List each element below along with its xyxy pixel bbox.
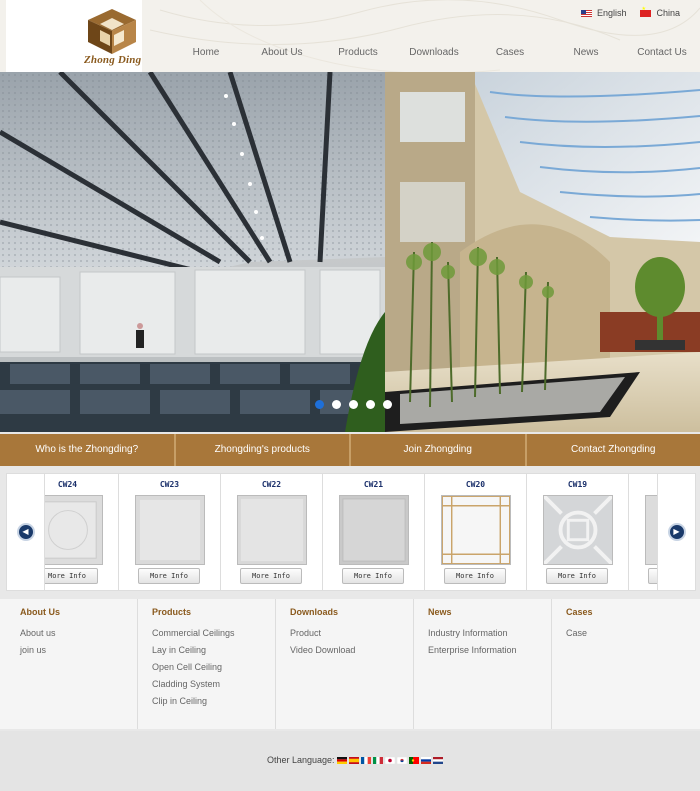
korea-flag-icon[interactable] (396, 756, 407, 764)
slide-dot-5[interactable] (383, 400, 392, 409)
hero-banner[interactable] (0, 72, 700, 432)
carousel-track: CW24 More Info CW23 More Info CW22 More … (17, 474, 695, 590)
product-image[interactable] (237, 495, 307, 565)
footer-col-products: Products Commercial Ceilings Lay in Ceil… (138, 599, 276, 729)
product-code: CW21 (363, 480, 384, 489)
footer-link[interactable]: Lay in Ceiling (152, 642, 275, 659)
footer-link[interactable]: Product (290, 625, 413, 642)
germany-flag-icon[interactable] (336, 756, 347, 764)
lang-china[interactable]: China (640, 6, 680, 18)
feature-tabs: Who is the Zhongding? Zhongding's produc… (0, 434, 700, 466)
us-flag-icon (580, 9, 592, 17)
zhongding-cube-logo-icon (88, 9, 136, 54)
language-switcher: English China (580, 6, 680, 18)
footer-link[interactable]: Open Cell Ceiling (152, 659, 275, 676)
footer-col-news: News Industry Information Enterprise Inf… (414, 599, 552, 729)
footer-heading: About Us (20, 607, 60, 617)
carousel-next-arrow-icon[interactable]: ▶ (667, 523, 686, 541)
footer-heading: News (428, 607, 452, 617)
footer-col-about: About Us About us join us (0, 599, 138, 729)
footer-col-cases: Cases Case (552, 599, 700, 729)
product-code: CW22 (261, 480, 282, 489)
product-card: CW23 More Info (119, 474, 221, 590)
slide-dot-2[interactable] (332, 400, 341, 409)
footer-link[interactable]: Cladding System (152, 676, 275, 693)
slide-dot-4[interactable] (366, 400, 375, 409)
more-info-button[interactable]: More Info (444, 568, 506, 584)
lang-china-label: China (656, 8, 680, 18)
france-flag-icon[interactable] (360, 756, 371, 764)
lang-english[interactable]: English (580, 8, 627, 18)
tab-join-zhongding[interactable]: Join Zhongding (351, 434, 527, 466)
slide-dot-1[interactable] (315, 400, 324, 409)
portugal-flag-icon[interactable] (408, 756, 419, 764)
footer-heading: Cases (566, 607, 593, 617)
product-image[interactable] (135, 495, 205, 565)
slide-dots (315, 400, 392, 409)
more-info-button[interactable]: More Info (546, 568, 608, 584)
other-language-bar: Other Language: (267, 755, 443, 765)
header: Zhong Ding English China Home About Us P… (0, 0, 700, 72)
china-flag-icon (640, 6, 652, 17)
product-image[interactable] (339, 495, 409, 565)
tab-zhongding-products[interactable]: Zhongding's products (176, 434, 351, 466)
nav-contact-us[interactable]: Contact Us (624, 47, 700, 58)
more-info-button[interactable]: More Info (342, 568, 404, 584)
nav-downloads[interactable]: Downloads (396, 47, 472, 58)
footer-link[interactable]: Enterprise Information (428, 642, 551, 659)
nav-home[interactable]: Home (168, 47, 244, 58)
footer-link[interactable]: Commercial Ceilings (152, 625, 275, 642)
product-image[interactable] (441, 495, 511, 565)
tab-who-is-zhongding[interactable]: Who is the Zhongding? (0, 434, 176, 466)
product-card: CW19 More Info (527, 474, 629, 590)
nav-products[interactable]: Products (320, 47, 396, 58)
russia-flag-icon[interactable] (420, 756, 431, 764)
footer-link[interactable]: Case (566, 625, 700, 642)
nav-news[interactable]: News (548, 47, 624, 58)
carousel-prev-area: ◀ (7, 474, 45, 590)
more-info-button[interactable]: More Info (240, 568, 302, 584)
nav-cases[interactable]: Cases (472, 47, 548, 58)
product-code: CW19 (567, 480, 588, 489)
footer-heading: Downloads (290, 607, 339, 617)
footer-link[interactable]: Video Download (290, 642, 413, 659)
footer-links: About Us About us join us Products Comme… (0, 599, 700, 729)
footer-heading: Products (152, 607, 192, 617)
nav-about-us[interactable]: About Us (244, 47, 320, 58)
product-code: CW23 (159, 480, 180, 489)
netherlands-flag-icon[interactable] (432, 756, 443, 764)
footer-link[interactable]: Industry Information (428, 625, 551, 642)
more-info-button[interactable]: More Info (36, 568, 98, 584)
product-card: CW22 More Info (221, 474, 323, 590)
bottom-bar: Other Language: (0, 731, 700, 791)
main-nav: Home About Us Products Downloads Cases N… (168, 47, 700, 58)
other-language-label: Other Language: (267, 755, 335, 765)
logo-area[interactable]: Zhong Ding (6, 0, 142, 72)
carousel-prev-arrow-icon[interactable]: ◀ (16, 523, 35, 541)
more-info-button[interactable]: More Info (138, 568, 200, 584)
banner-image (0, 72, 700, 432)
lang-english-label: English (596, 8, 627, 18)
brand-name: Zhong Ding (84, 54, 142, 66)
footer-link[interactable]: About us (20, 625, 137, 642)
product-card: CW20 More Info (425, 474, 527, 590)
spain-flag-icon[interactable] (348, 756, 359, 764)
product-code: CW20 (465, 480, 486, 489)
footer-link[interactable]: join us (20, 642, 137, 659)
slide-dot-3[interactable] (349, 400, 358, 409)
product-carousel: CW24 More Info CW23 More Info CW22 More … (6, 473, 696, 591)
italy-flag-icon[interactable] (372, 756, 383, 764)
carousel-next-area: ▶ (657, 474, 695, 590)
footer-col-downloads: Downloads Product Video Download (276, 599, 414, 729)
japan-flag-icon[interactable] (384, 756, 395, 764)
tab-contact-zhongding[interactable]: Contact Zhongding (527, 434, 700, 466)
product-image[interactable] (543, 495, 613, 565)
footer-link[interactable]: Clip in Ceiling (152, 693, 275, 710)
product-card: CW21 More Info (323, 474, 425, 590)
